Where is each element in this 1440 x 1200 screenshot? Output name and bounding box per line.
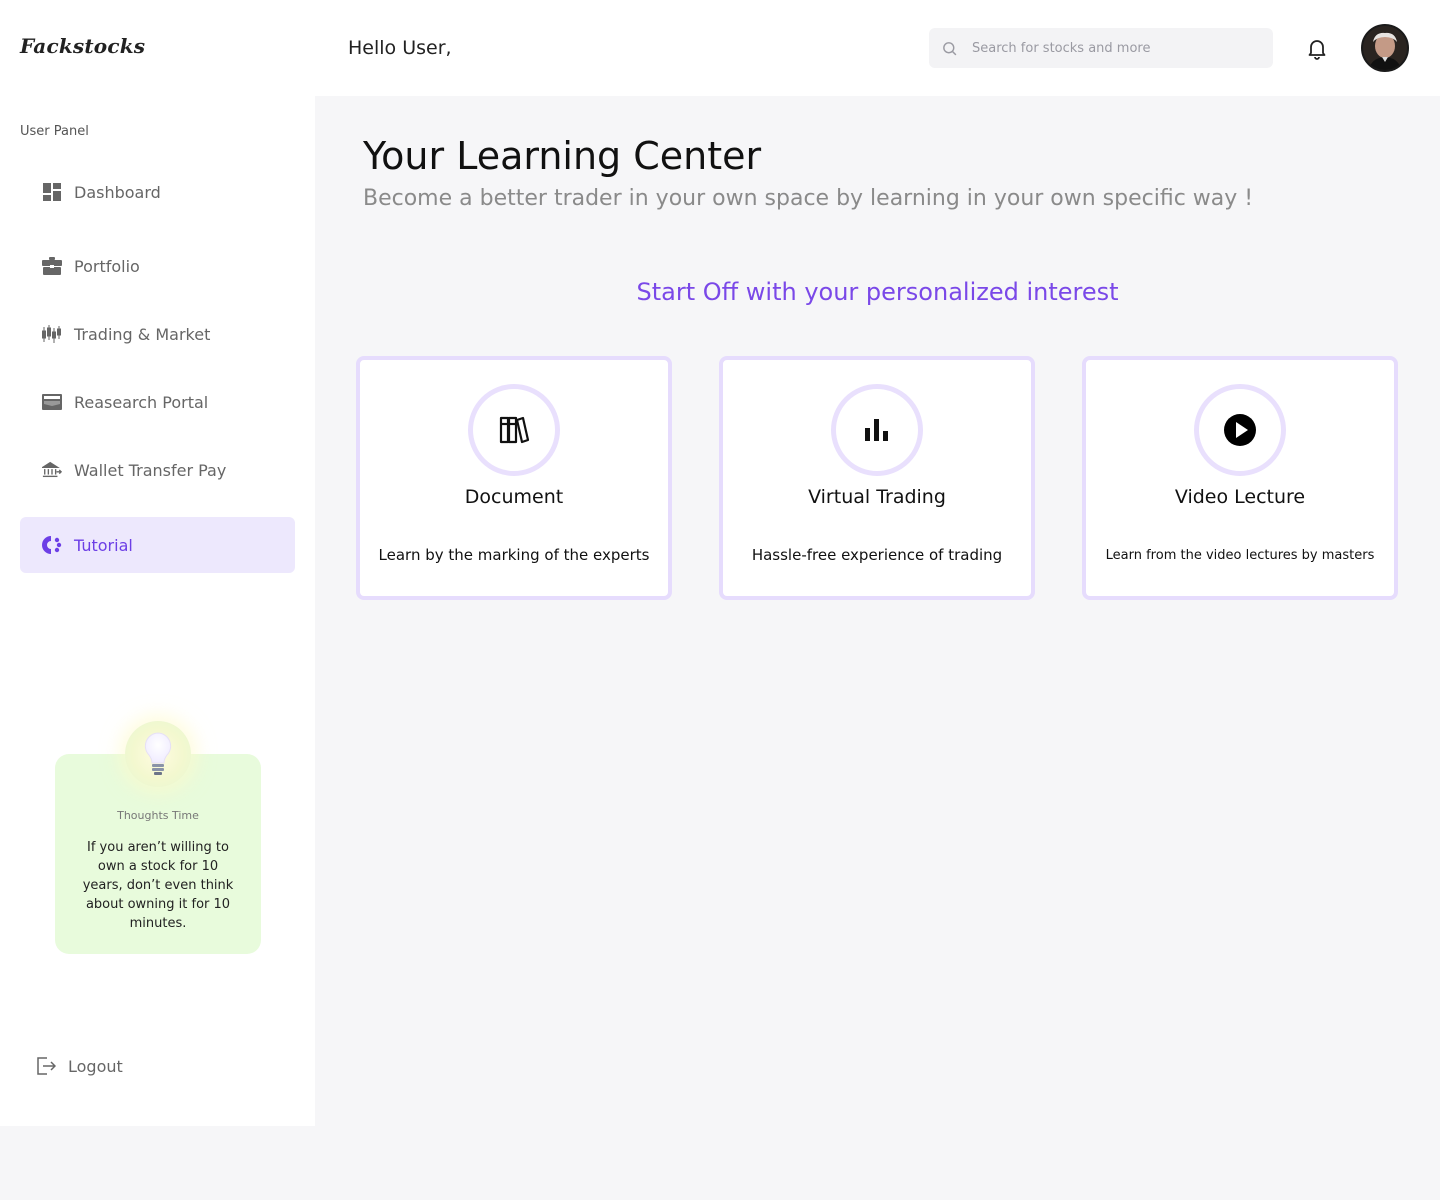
sidebar-item-portfolio[interactable]: Portfolio — [20, 238, 295, 294]
dashboard-icon — [42, 182, 62, 202]
card-video-lecture[interactable]: Video Lecture Learn from the video lectu… — [1082, 356, 1398, 600]
card-description: Hassle-free experience of trading — [751, 546, 1003, 564]
bar-chart-icon — [865, 419, 888, 441]
thoughts-quote: If you aren’t willing to own a stock for… — [82, 840, 234, 931]
bottom-background — [0, 1126, 1440, 1200]
card-icon-circle — [468, 384, 560, 476]
search-icon — [943, 41, 957, 55]
sidebar-item-wallet-transfer-pay[interactable]: Wallet Transfer Pay — [20, 442, 295, 498]
briefcase-icon — [42, 256, 62, 276]
logout-label: Logout — [68, 1056, 123, 1076]
sidebar-item-dashboard[interactable]: Dashboard — [20, 164, 295, 220]
tutorial-icon — [42, 535, 62, 555]
thoughts-card: Thoughts Time If you aren’t willing to o… — [55, 721, 261, 954]
search-input[interactable] — [972, 40, 1252, 56]
bank-transfer-icon — [42, 460, 62, 480]
books-icon — [499, 416, 530, 444]
card-virtual-trading[interactable]: Virtual Trading Hassle-free experience o… — [719, 356, 1035, 600]
sidebar-item-trading-market[interactable]: Trading & Market — [20, 306, 295, 362]
sidebar-item-label: Wallet Transfer Pay — [74, 460, 227, 480]
user-panel-label: User Panel — [20, 124, 89, 139]
sidebar-item-label: Dashboard — [74, 182, 161, 202]
logout-button[interactable]: Logout — [36, 1056, 123, 1076]
sidebar-item-label: Reasearch Portal — [74, 392, 209, 412]
section-title: Start Off with your personalized interes… — [636, 278, 1119, 306]
sidebar-item-tutorial[interactable]: Tutorial — [20, 517, 295, 573]
app-logo[interactable]: Fackstocks — [20, 34, 145, 58]
thoughts-title: Thoughts Time — [117, 809, 199, 822]
candlestick-icon — [42, 324, 62, 344]
page-title: Your Learning Center — [363, 134, 762, 178]
research-icon — [42, 392, 62, 412]
user-avatar[interactable] — [1361, 24, 1409, 72]
card-description: Learn by the marking of the experts — [378, 546, 650, 564]
sidebar: User Panel Dashboard Portfolio Trading &… — [0, 96, 315, 1126]
card-document[interactable]: Document Learn by the marking of the exp… — [356, 356, 672, 600]
sidebar-item-label: Trading & Market — [74, 324, 211, 344]
page-subtitle: Become a better trader in your own space… — [363, 186, 1254, 211]
card-title: Video Lecture — [1174, 486, 1306, 508]
play-icon — [1224, 414, 1256, 446]
greeting-text: Hello User, — [348, 37, 452, 59]
notification-bell-icon[interactable] — [1305, 36, 1329, 60]
card-icon-circle — [831, 384, 923, 476]
sidebar-item-label: Tutorial — [74, 535, 133, 555]
light-bulb-icon — [125, 721, 191, 787]
card-description: Learn from the video lectures by masters — [1105, 548, 1375, 563]
card-icon-circle — [1194, 384, 1286, 476]
sidebar-item-research-portal[interactable]: Reasearch Portal — [20, 374, 295, 430]
card-title: Document — [464, 486, 564, 508]
sidebar-item-label: Portfolio — [74, 256, 140, 276]
card-title: Virtual Trading — [808, 486, 946, 508]
logout-icon — [37, 1057, 56, 1075]
top-bar: Fackstocks Hello User, — [0, 0, 1440, 96]
search-bar[interactable] — [929, 28, 1273, 68]
